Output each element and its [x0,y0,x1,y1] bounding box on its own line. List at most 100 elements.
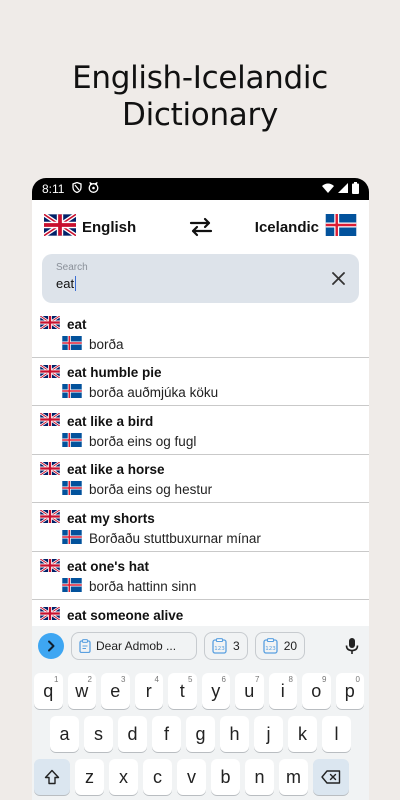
uk-flag-icon [39,557,61,575]
keyboard-row-3: z x c v b nm [32,759,369,795]
backspace-key[interactable] [313,759,349,795]
signal-icon [338,182,348,196]
key-hint: 9 [322,675,327,684]
key-s[interactable]: s [84,716,113,752]
uk-flag-icon [39,411,61,429]
key-hint: 7 [255,675,260,684]
key-label: c [153,766,162,787]
iceland-flag-icon [62,481,82,498]
result-icelandic-text: borða auðmjúka köku [89,385,219,400]
key-label: u [244,680,255,701]
shift-key[interactable] [34,759,70,795]
target-language-label: Icelandic [254,218,319,236]
result-english: eat humble pie [39,363,369,383]
promo-title-line2: Dictionary [122,97,278,133]
result-english: eat someone alive [39,605,369,625]
status-time: 8:11 [42,182,65,196]
key-label: z [85,766,94,787]
key-label: i [280,680,285,701]
result-english: eat one's hat [39,557,369,577]
result-icelandic-text: borða [89,336,124,352]
clipboard-suggestion-1[interactable]: Dear Admob ... [71,632,197,660]
key-z[interactable]: z [75,759,104,795]
key-x[interactable]: x [109,759,138,795]
key-d[interactable]: d [118,716,147,752]
key-label: g [195,723,206,744]
key-e[interactable]: e3 [101,673,130,709]
result-english-text: eat [67,316,87,332]
key-l[interactable]: l [322,716,351,752]
key-p[interactable]: p0 [335,673,364,709]
result-item[interactable]: eat borða [32,309,369,358]
clipboard-icon [79,639,91,653]
results-list: eat borða eat humble pie borða auðmjúka kök… [32,309,369,649]
key-g[interactable]: g [186,716,215,752]
clear-search-button[interactable] [327,267,349,289]
result-icelandic-text: borða eins og hestur [89,482,213,497]
key-k[interactable]: k [288,716,317,752]
result-icelandic-text: borða eins og fugl [89,433,197,449]
microphone-icon [345,638,359,654]
key-o[interactable]: o9 [302,673,331,709]
result-item[interactable]: eat like a bird borða eins og fugl [32,406,369,455]
result-item[interactable]: eat my shorts Borðaðu stuttbuxurnar mínar [32,503,369,552]
result-english-text: eat someone alive [67,607,184,623]
clipboard-suggestion-1-text: Dear Admob ... [96,639,177,653]
key-w[interactable]: w2 [67,673,96,709]
key-r[interactable]: r4 [134,673,163,709]
language-bar: English Icelandic [32,200,369,254]
cat-icon [88,181,99,196]
clipboard-number-icon: 123 [263,638,278,654]
key-n[interactable]: n [245,759,274,795]
key-label: m [286,766,301,787]
key-label: e [110,680,121,701]
key-u[interactable]: u7 [235,673,264,709]
key-b[interactable]: b [211,759,240,795]
uk-flag-icon [39,363,61,381]
clipboard-suggestion-2[interactable]: 123 3 [204,632,248,660]
swap-languages-button[interactable] [186,212,216,242]
iceland-flag-icon [62,384,82,401]
keyboard-expand-button[interactable] [38,633,64,659]
key-label: t [179,680,185,701]
key-j[interactable]: j [254,716,283,752]
voice-input-button[interactable] [341,637,363,655]
result-icelandic: Borðaðu stuttbuxurnar mínar [40,528,369,548]
key-h[interactable]: h [220,716,249,752]
key-q[interactable]: q1 [34,673,63,709]
key-m[interactable]: m [279,759,308,795]
key-a[interactable]: a [50,716,79,752]
key-f[interactable]: f [152,716,181,752]
result-english-text: eat like a bird [67,413,154,429]
key-label: b [220,766,231,787]
key-hint: 4 [154,675,159,684]
uk-flag-icon [39,508,61,526]
key-hint: 1 [54,675,59,684]
clipboard-number-icon: 123 [212,638,227,654]
key-label: s [94,723,103,744]
key-label: a [59,723,70,744]
result-item[interactable]: eat one's hat borða hattinn sinn [32,552,369,600]
result-icelandic: borða auðmjúka köku [40,383,369,403]
key-label: d [127,723,138,744]
key-hint: 2 [87,675,92,684]
search-box[interactable]: Search eat [42,254,359,303]
key-y[interactable]: y6 [201,673,230,709]
key-hint: 8 [288,675,293,684]
source-language[interactable]: English [42,212,136,240]
key-i[interactable]: i8 [268,673,297,709]
key-v[interactable]: v [177,759,206,795]
clipboard-suggestion-3[interactable]: 123 20 [254,632,306,660]
result-icelandic: borða eins og hestur [40,480,369,500]
search-input[interactable]: eat [56,276,77,291]
uk-flag-icon [39,605,61,623]
key-c[interactable]: c [143,759,172,795]
battery-icon [352,181,359,197]
target-language[interactable]: Icelandic [255,214,357,240]
chevron-right-icon [48,640,55,652]
promo-title: English-Icelandic Dictionary [0,60,400,134]
result-english: eat [39,314,369,334]
result-item[interactable]: eat humble pie borða auðmjúka köku [32,358,369,406]
key-t[interactable]: t5 [168,673,197,709]
result-item[interactable]: eat like a horse borða eins og hestur [32,455,369,503]
